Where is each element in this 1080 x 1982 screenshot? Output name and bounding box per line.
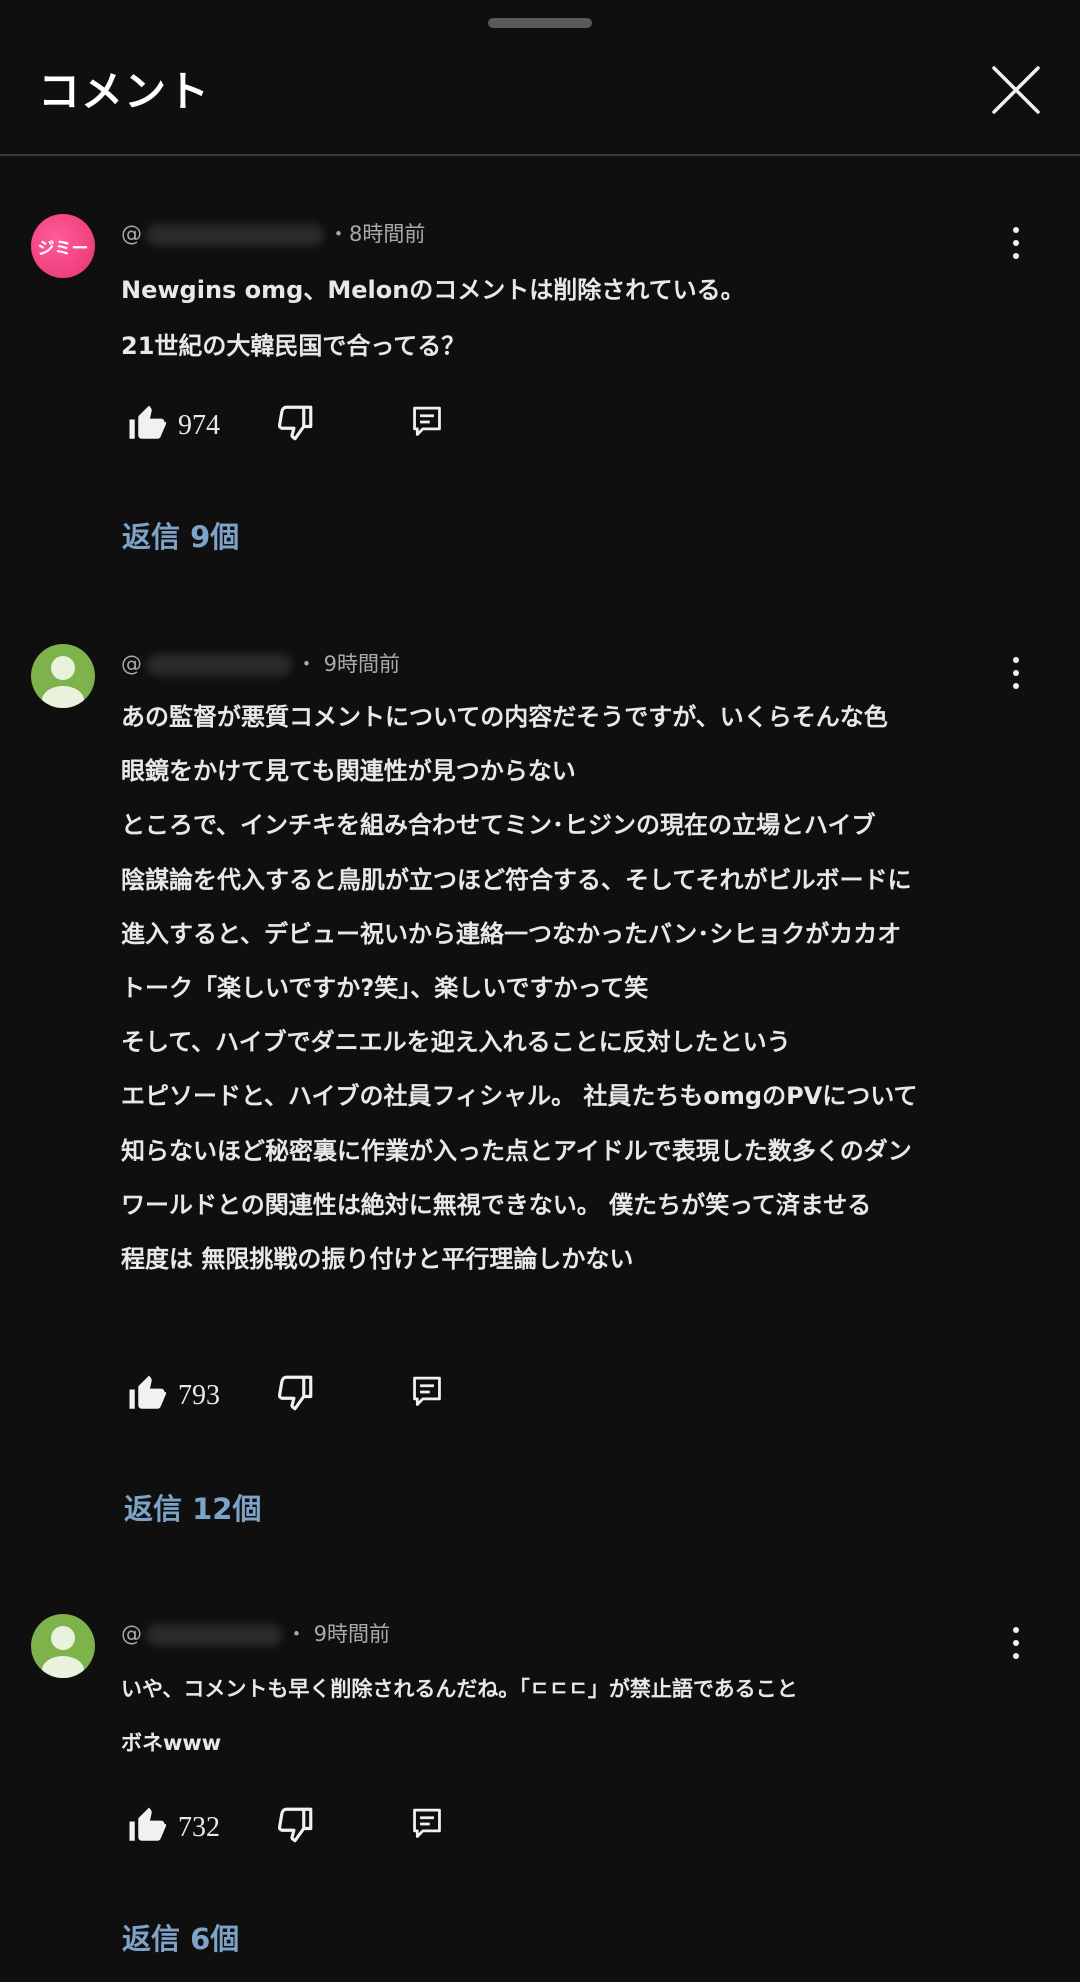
- redacted-handle: [146, 654, 292, 676]
- redacted-handle: [146, 1624, 282, 1646]
- thumbs-down-icon: [277, 1375, 313, 1411]
- more-vertical-icon: [1004, 657, 1028, 689]
- more-vertical-icon: [1004, 1627, 1028, 1659]
- more-options-button[interactable]: [1004, 224, 1028, 264]
- comment-line: Newgins omg、Melonのコメントは削除されている。: [121, 276, 745, 304]
- comment-line: 知らないほど秘密裏に作業が入った点とアイドルで表現した数多くのダン: [121, 1136, 912, 1165]
- reply-button[interactable]: [410, 404, 444, 440]
- redacted-handle: [146, 224, 324, 246]
- comment-text: Newgins omg、Melonのコメントは削除されている。 21世紀の大韓民…: [121, 262, 981, 374]
- comment-line: 陰謀論を代入すると鳥肌が立つほど符合する、そしてそれがビルボードに: [121, 865, 912, 894]
- comment-line: 21世紀の大韓民国で合ってる？: [121, 332, 466, 360]
- comments-header: コメント: [0, 0, 1080, 156]
- dislike-button[interactable]: [274, 1804, 316, 1846]
- close-button[interactable]: [988, 62, 1044, 118]
- dislike-button[interactable]: [274, 402, 316, 444]
- comment-icon: [413, 1808, 441, 1838]
- like-button[interactable]: [126, 1372, 168, 1414]
- comment-meta: @ ・ 9時間前: [121, 1618, 390, 1648]
- close-icon: [992, 66, 1040, 114]
- like-button[interactable]: [126, 1804, 168, 1846]
- thumbs-up-icon: [129, 405, 167, 439]
- more-options-button[interactable]: [1004, 654, 1028, 694]
- comment-text: あの監督が悪質コメントについての内容だそうですが、いくらそんな色 眼鏡をかけて見…: [121, 690, 981, 1286]
- comment-actions: 732: [126, 1804, 466, 1854]
- comment-line: 眼鏡をかけて見ても関連性が見つからない: [121, 757, 576, 786]
- comment-line: ところで、インチキを組み合わせてミン･ヒジンの現在の立場とハイブ: [121, 811, 876, 840]
- more-options-button[interactable]: [1004, 1624, 1028, 1664]
- view-replies-link[interactable]: 返信 9個: [122, 514, 239, 556]
- handle-prefix[interactable]: @: [121, 652, 142, 676]
- comment-line: トーク「楽しいですか?笑」、楽しいですかって笑: [121, 974, 649, 1003]
- comment-line: ワールドとの関連性は絶対に無視できない。 僕たちが笑って済ませる: [121, 1190, 872, 1219]
- like-button[interactable]: [126, 402, 168, 444]
- like-count: 732: [178, 1812, 220, 1843]
- comment-line: エピソードと、ハイブの社員フィシャル。 社員たちもomgのPVについて: [121, 1082, 918, 1111]
- comment-line: あの監督が悪質コメントについての内容だそうですが、いくらそんな色: [121, 703, 888, 731]
- person-avatar-icon: [42, 656, 84, 708]
- thumbs-up-icon: [129, 1807, 167, 1841]
- avatar-label: ジミー: [37, 238, 89, 259]
- dislike-button[interactable]: [274, 1372, 316, 1414]
- handle-prefix[interactable]: @: [121, 1622, 142, 1646]
- comment-line: そして、ハイブでダニエルを迎え入れることに反対したという: [121, 1028, 791, 1057]
- comment-line: 程度は 無限挑戦の振り付けと平行理論しかない: [121, 1245, 634, 1274]
- handle-prefix[interactable]: @: [121, 222, 142, 246]
- comment-line: 進入すると、デビュー祝いから連絡一つなかったバン･シヒョクがカカオ: [121, 919, 902, 948]
- page-title: コメント: [38, 67, 211, 116]
- comment-meta: @ ・8時間前: [121, 218, 425, 248]
- view-replies-link[interactable]: 返信 12個: [124, 1486, 261, 1528]
- thumbs-down-icon: [277, 1807, 313, 1843]
- comment-time: ・ 9時間前: [296, 652, 401, 676]
- comment-line: いや、コメントも早く削除されるんだね。「ㄷㄷㄷ」が禁止語であること: [121, 1677, 798, 1701]
- like-count: 974: [178, 410, 220, 441]
- comment-icon: [413, 1376, 441, 1406]
- thumbs-up-icon: [129, 1375, 167, 1409]
- comment-actions: 974: [126, 402, 466, 452]
- avatar[interactable]: [31, 644, 95, 708]
- comment-line: ボネwww: [121, 1731, 222, 1755]
- avatar[interactable]: ジミー: [31, 214, 95, 278]
- avatar[interactable]: [31, 1614, 95, 1678]
- thumbs-down-icon: [277, 405, 313, 441]
- reply-button[interactable]: [410, 1806, 444, 1842]
- like-count: 793: [178, 1380, 220, 1411]
- comment-time: ・8時間前: [328, 222, 426, 246]
- comment-text: いや、コメントも早く削除されるんだね。「ㄷㄷㄷ」が禁止語であること ボネwww: [121, 1662, 981, 1770]
- person-avatar-icon: [42, 1626, 84, 1678]
- reply-button[interactable]: [410, 1374, 444, 1410]
- more-vertical-icon: [1004, 227, 1028, 259]
- comment-meta: @ ・ 9時間前: [121, 648, 400, 678]
- comment-icon: [413, 406, 441, 436]
- view-replies-link[interactable]: 返信 6個: [122, 1916, 239, 1958]
- comment-actions: 793: [126, 1372, 466, 1422]
- comment-time: ・ 9時間前: [286, 1622, 391, 1646]
